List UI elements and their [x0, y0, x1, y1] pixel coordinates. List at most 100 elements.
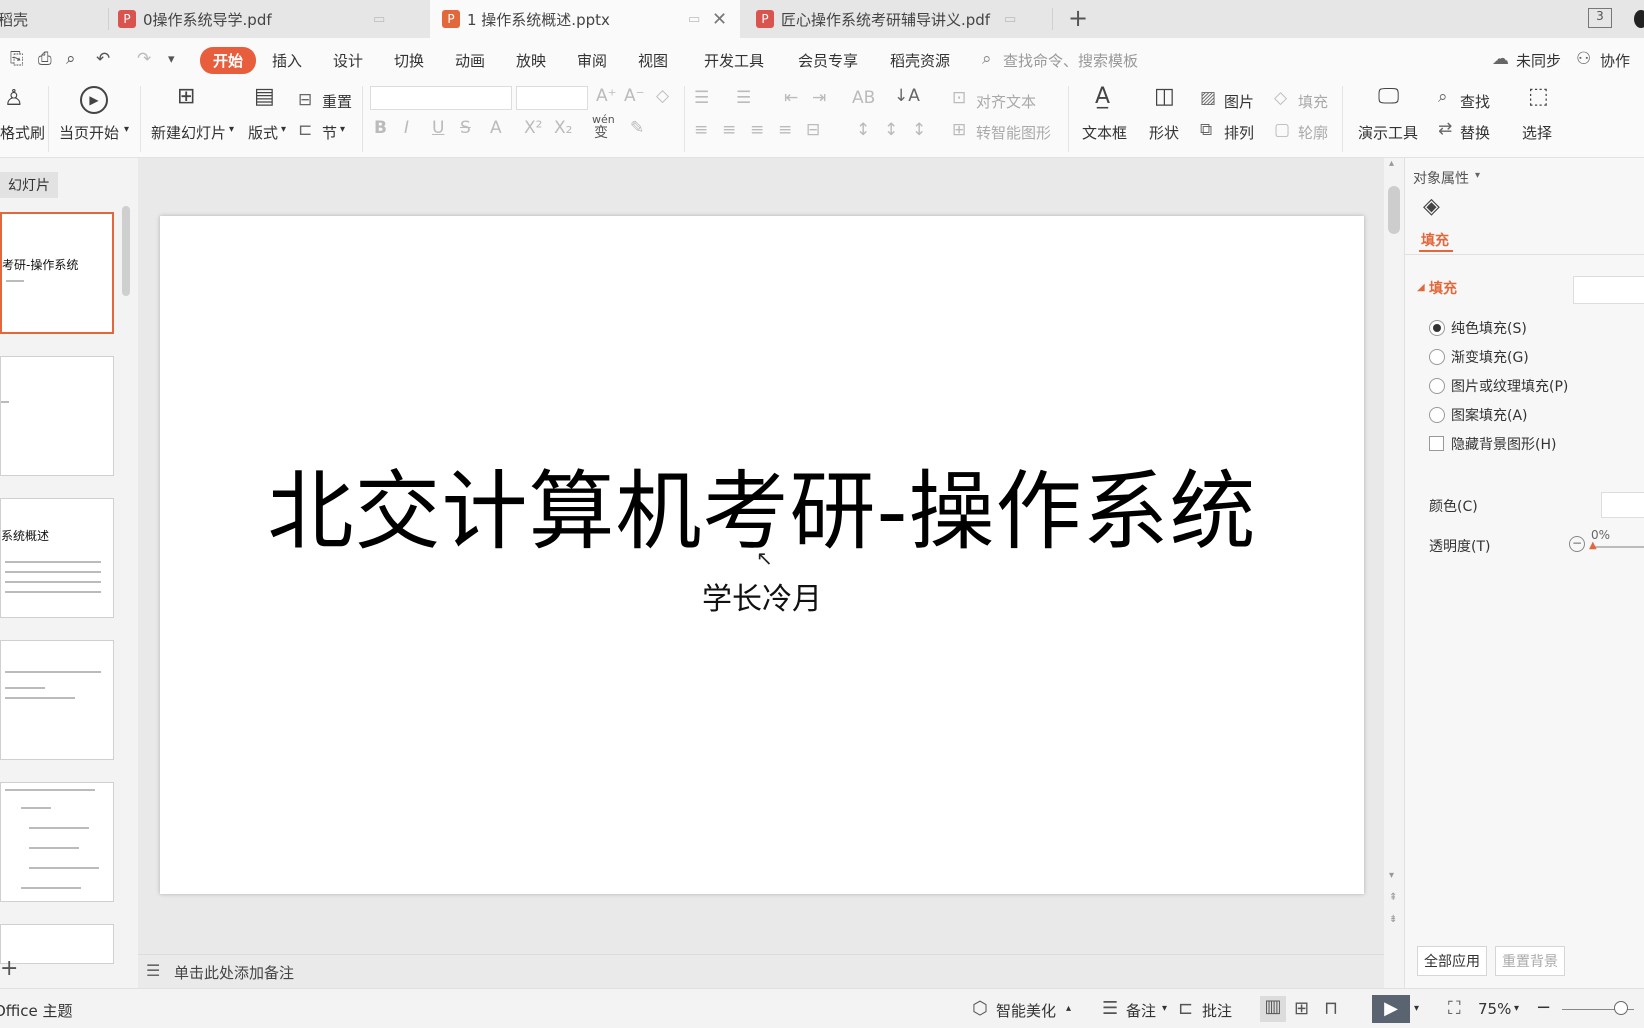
replace-icon[interactable]: ⇄	[1438, 121, 1452, 138]
tab-fill[interactable]: 填充	[1421, 230, 1449, 250]
select-button[interactable]: 选择	[1522, 122, 1552, 143]
chevron-down-icon[interactable]: ▾	[1414, 1003, 1419, 1014]
play-icon[interactable]: ▶	[80, 86, 108, 114]
outline-icon[interactable]: ▢	[1274, 122, 1290, 139]
select-icon[interactable]: ⬚	[1528, 86, 1549, 108]
slide-subtitle[interactable]: 学长冷月	[160, 574, 1364, 618]
new-slide-icon[interactable]: ⊞	[177, 86, 195, 108]
increase-font-icon[interactable]: A⁺	[596, 88, 617, 105]
pin-icon[interactable]: ▭	[688, 12, 700, 27]
shape-icon[interactable]: ◫	[1154, 86, 1175, 108]
section-fill-title[interactable]: 填充	[1429, 278, 1457, 298]
paragraph-spacing-icon[interactable]: ↕	[884, 122, 898, 139]
comment-icon[interactable]: ⊏	[1178, 998, 1193, 1019]
pin-icon[interactable]: ▭	[1004, 12, 1016, 27]
menu-view[interactable]: 视图	[638, 50, 668, 71]
increase-indent-icon[interactable]: ⇥	[812, 90, 826, 107]
save-icon[interactable]: ⎘	[10, 49, 24, 69]
chevron-down-icon[interactable]: ▾	[281, 124, 286, 135]
thumbnail-pane-header[interactable]: 幻灯片	[0, 172, 58, 198]
normal-view-icon[interactable]: ▥	[1260, 996, 1286, 1022]
align-text-button[interactable]: 对齐文本	[976, 91, 1036, 112]
reset-background-button[interactable]: 重置背景	[1495, 946, 1565, 976]
menu-insert[interactable]: 插入	[272, 50, 302, 71]
highlight-icon[interactable]: ✎	[630, 120, 644, 137]
picture-button[interactable]: 图片	[1224, 91, 1254, 112]
collab-button[interactable]: 协作	[1600, 50, 1630, 71]
clear-format-icon[interactable]: ◇	[656, 88, 669, 105]
presentation-tools-icon[interactable]: 🖵	[1378, 86, 1399, 108]
slide-thumbnail-2[interactable]	[0, 356, 114, 476]
print-preview-icon[interactable]: ⌕	[66, 49, 76, 69]
transparency-slider[interactable]	[1591, 546, 1644, 548]
apply-all-button[interactable]: 全部应用	[1417, 946, 1487, 976]
menu-slideshow[interactable]: 放映	[516, 50, 546, 71]
tab-docer[interactable]: 稻壳	[0, 0, 108, 38]
radio-pattern-fill[interactable]	[1429, 407, 1445, 423]
notes-placeholder[interactable]: 单击此处添加备注	[174, 962, 294, 983]
layout-icon[interactable]: ▤	[254, 86, 275, 108]
convert-smartart-button[interactable]: 转智能图形	[976, 122, 1051, 143]
decrease-font-icon[interactable]: A⁻	[624, 88, 645, 105]
shape-button[interactable]: 形状	[1149, 122, 1179, 143]
option-pattern-fill[interactable]: 图案填充(A)	[1451, 405, 1528, 425]
redo-icon[interactable]: ↷	[137, 49, 151, 69]
slide-thumbnail-5[interactable]	[0, 782, 114, 902]
fill-preset-select[interactable]	[1573, 276, 1644, 304]
play-slideshow-icon[interactable]: ▶	[1372, 995, 1410, 1023]
align-text-icon[interactable]: ⊡	[952, 90, 966, 107]
superscript-icon[interactable]: X²	[524, 120, 542, 137]
chevron-down-icon[interactable]: ▾	[340, 124, 345, 135]
command-search-input[interactable]: 查找命令、搜索模板	[1003, 50, 1138, 71]
add-slide-icon[interactable]: +	[0, 956, 18, 981]
panel-title[interactable]: 对象属性	[1413, 168, 1469, 188]
reading-view-icon[interactable]: ⊓	[1324, 998, 1338, 1019]
menu-review[interactable]: 审阅	[577, 50, 607, 71]
slider-handle-icon[interactable]: ▲	[1589, 540, 1597, 551]
slide-thumbnail-3[interactable]: 系统概述	[0, 498, 114, 618]
radio-picture-fill[interactable]	[1429, 378, 1445, 394]
arrange-icon[interactable]: ⧉	[1200, 122, 1212, 139]
collapse-triangle-icon[interactable]: ◢	[1417, 282, 1425, 293]
tab-pdf-notes[interactable]: P 匠心操作系统考研辅导讲义.pdf ▭	[742, 0, 1052, 38]
chevron-up-icon[interactable]: ▴	[1066, 1003, 1071, 1014]
previous-slide-icon[interactable]: ⇞	[1389, 892, 1397, 903]
option-gradient-fill[interactable]: 渐变填充(G)	[1451, 347, 1529, 367]
chevron-down-icon[interactable]: ▾	[124, 124, 129, 135]
comments-button[interactable]: 批注	[1202, 1000, 1232, 1021]
window-count-badge[interactable]: 3	[1588, 8, 1612, 28]
option-picture-fill[interactable]: 图片或纹理填充(P)	[1451, 376, 1568, 396]
tab-pdf-guide[interactable]: P 0操作系统导学.pdf ▭	[118, 0, 428, 38]
chevron-down-icon[interactable]: ▾	[1475, 170, 1480, 181]
fit-window-icon[interactable]: ⛶	[1448, 998, 1461, 1019]
subscript-icon[interactable]: X₂	[554, 120, 572, 137]
scroll-up-icon[interactable]: ▴	[1389, 158, 1394, 169]
italic-icon[interactable]: I	[404, 120, 409, 137]
slide-thumbnail-1[interactable]: 考研-操作系统	[0, 212, 114, 334]
chevron-down-icon[interactable]: ▾	[168, 52, 175, 67]
justify-icon[interactable]: ≡	[778, 122, 792, 139]
hide-background-label[interactable]: 隐藏背景图形(H)	[1451, 434, 1556, 454]
strikethrough-icon[interactable]: S	[460, 120, 471, 137]
menu-transition[interactable]: 切换	[394, 50, 424, 71]
font-size-select[interactable]	[516, 86, 588, 110]
new-slide-button[interactable]: 新建幻灯片	[151, 122, 226, 143]
section-icon[interactable]: ⊏	[298, 122, 312, 139]
menu-member[interactable]: 会员专享	[798, 50, 858, 71]
avatar[interactable]	[1634, 10, 1644, 28]
layout-button[interactable]: 版式	[248, 122, 278, 143]
distribute-icon[interactable]: ⊟	[806, 122, 820, 139]
notes-toggle-button[interactable]: 备注	[1126, 1000, 1156, 1021]
replace-button[interactable]: 替换	[1460, 122, 1490, 143]
menu-animation[interactable]: 动画	[455, 50, 485, 71]
menu-developer[interactable]: 开发工具	[704, 50, 764, 71]
text-direction-icon[interactable]: AB	[852, 90, 875, 107]
slide-scrollbar[interactable]: ▴ ▾ ⇞ ⇟	[1384, 158, 1404, 958]
tab-pptx[interactable]: P 1 操作系统概述.pptx ▭ ✕	[430, 0, 740, 38]
slide-thumbnail-4[interactable]	[0, 640, 114, 760]
fill-button[interactable]: 填充	[1298, 91, 1328, 112]
zoom-slider-handle[interactable]	[1614, 1001, 1628, 1015]
align-left-icon[interactable]: ≡	[694, 122, 708, 139]
menu-design[interactable]: 设计	[333, 50, 363, 71]
search-icon[interactable]: ⌕	[1438, 89, 1448, 106]
